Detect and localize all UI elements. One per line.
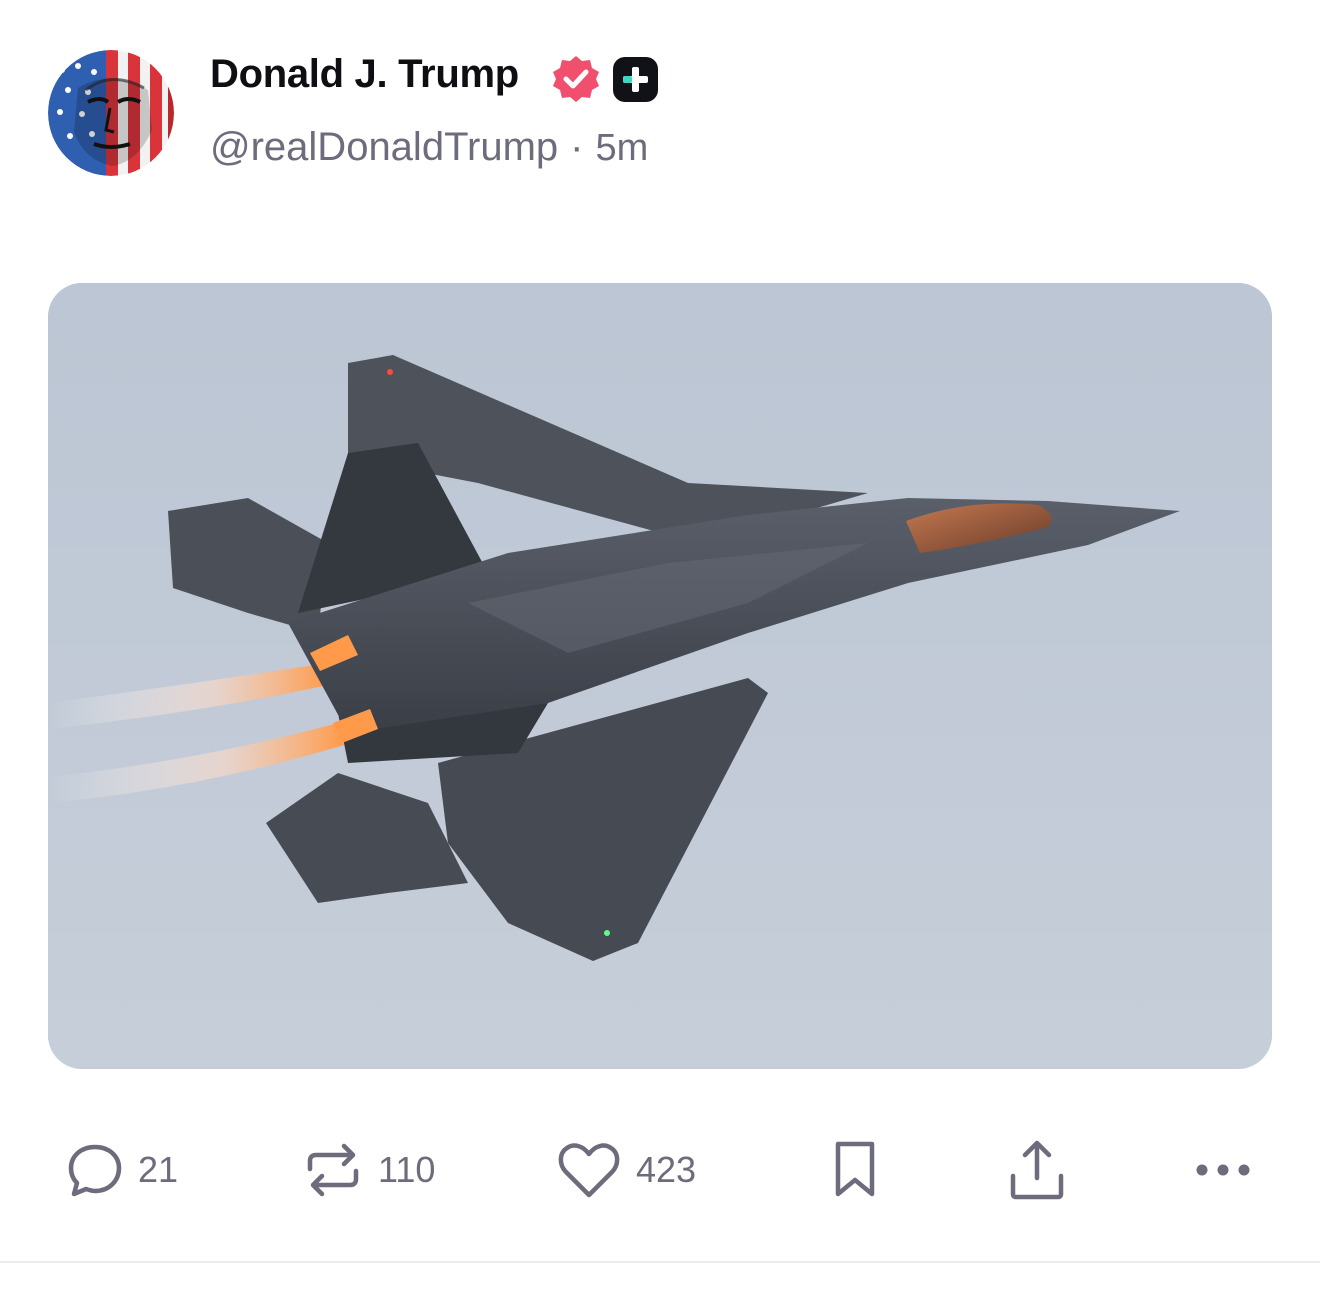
- repost-count: 110: [378, 1149, 436, 1190]
- handle-row: @realDonaldTrump · 5m: [210, 125, 648, 170]
- bookmark-icon: [835, 1141, 875, 1197]
- heart-icon: [558, 1143, 620, 1198]
- share-button[interactable]: [1006, 1130, 1068, 1210]
- bookmark-button[interactable]: [830, 1130, 880, 1210]
- author-name[interactable]: Donald J. Trump: [210, 52, 519, 97]
- like-count: 423: [636, 1149, 697, 1190]
- repost-icon: [307, 1143, 359, 1197]
- more-options-button[interactable]: [1194, 1130, 1252, 1210]
- post-divider: [0, 1261, 1320, 1263]
- plus-badge-icon: [613, 57, 658, 102]
- verified-badge-icon: [553, 56, 599, 102]
- avatar[interactable]: [48, 50, 174, 176]
- post-card: Donald J. Trump @realDonaldTrump · 5m 21…: [0, 0, 1320, 1301]
- separator-dot: ·: [570, 125, 584, 169]
- author-handle[interactable]: @realDonaldTrump: [210, 125, 558, 170]
- post-timestamp[interactable]: 5m: [595, 127, 648, 170]
- post-image[interactable]: [48, 283, 1272, 1069]
- avatar-image: [48, 50, 174, 176]
- reply-button[interactable]: 21: [66, 1130, 178, 1210]
- action-bar: 21 110 423: [0, 1130, 1320, 1210]
- more-dots-icon: [1196, 1164, 1250, 1176]
- fighter-jet-photo: [48, 283, 1272, 1069]
- share-icon: [1010, 1140, 1064, 1200]
- reply-count: 21: [138, 1149, 179, 1190]
- like-button[interactable]: 423: [556, 1130, 696, 1210]
- repost-button[interactable]: 110: [302, 1130, 435, 1210]
- reply-icon: [68, 1144, 122, 1197]
